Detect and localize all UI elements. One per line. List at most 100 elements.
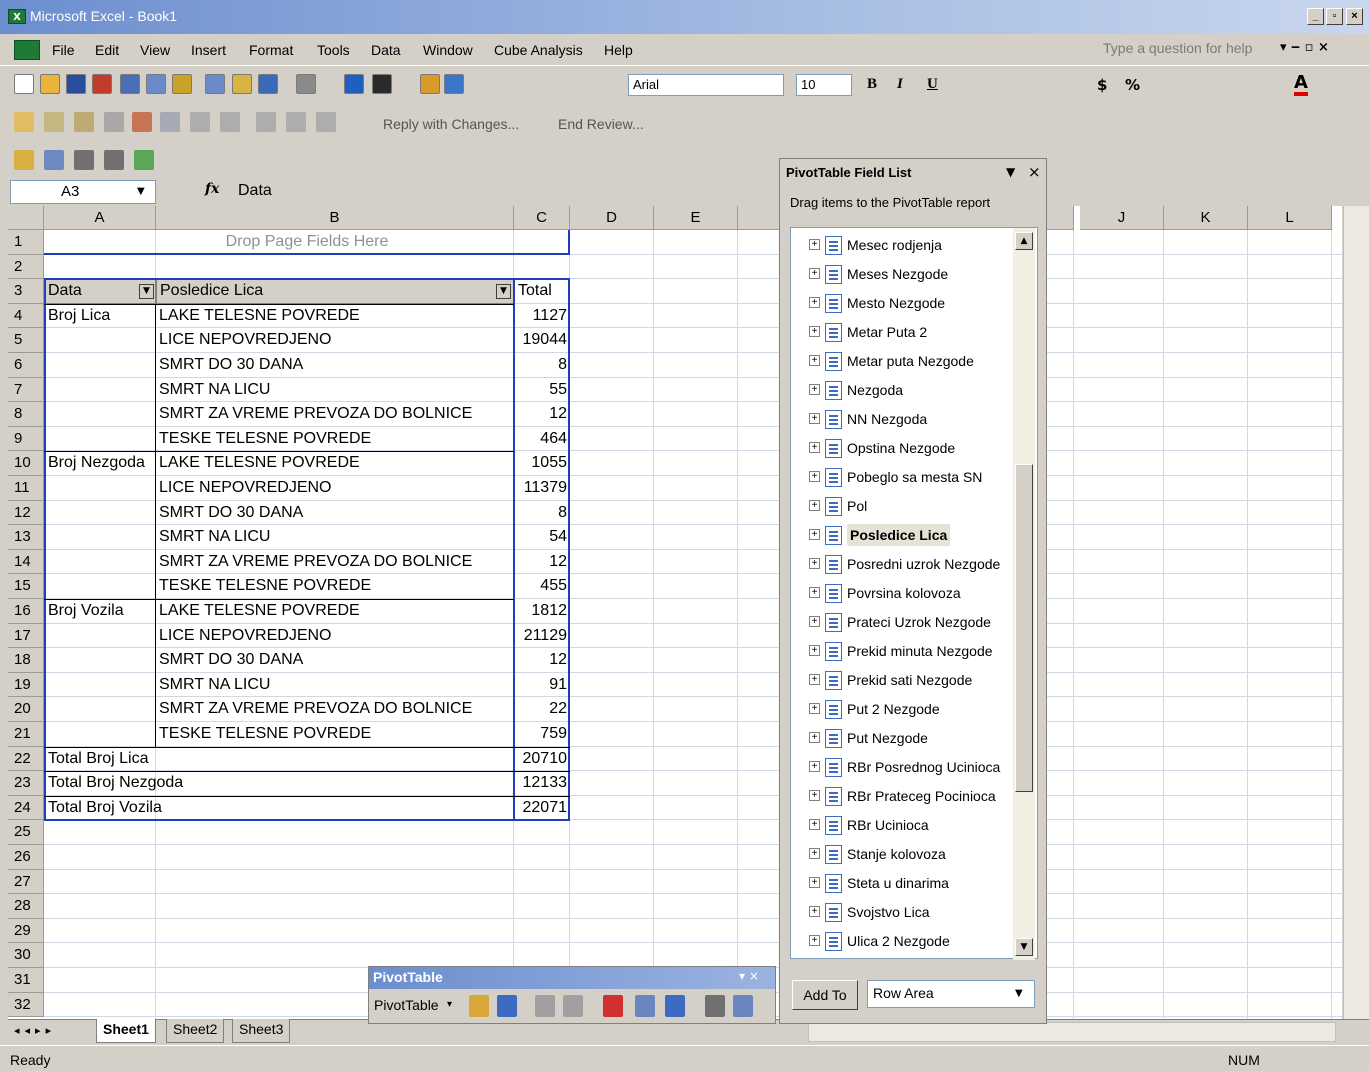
expand-icon[interactable]: + — [809, 558, 820, 569]
expand-icon[interactable]: + — [809, 529, 820, 540]
currency-button[interactable]: $ — [1097, 76, 1107, 94]
menu-help[interactable]: Help — [604, 42, 633, 58]
expand-icon[interactable]: + — [809, 703, 820, 714]
row-header-18[interactable]: 18 — [8, 648, 44, 673]
column-header-K[interactable]: K — [1164, 206, 1248, 230]
pivot-toolbar-icon-5[interactable] — [635, 995, 655, 1017]
row-header-5[interactable]: 5 — [8, 328, 44, 353]
pivot-toolbar-icon-6[interactable] — [665, 995, 685, 1017]
expand-icon[interactable]: + — [809, 645, 820, 656]
expand-icon[interactable]: + — [809, 239, 820, 250]
review-icon-0[interactable] — [14, 112, 34, 132]
expand-icon[interactable]: + — [809, 471, 820, 482]
toolbar-icon-10[interactable] — [296, 74, 316, 94]
field-dropdown-icon[interactable]: ▼ — [496, 284, 511, 300]
toolbar-close-icon[interactable]: ▾ × — [739, 969, 759, 983]
menu-edit[interactable]: Edit — [95, 42, 119, 58]
bold-button[interactable]: B — [867, 76, 877, 93]
pivot-toolbar-icon-1[interactable] — [497, 995, 517, 1017]
pivot-toolbar-icon-4[interactable] — [603, 995, 623, 1017]
data-dropdown-icon[interactable]: ▼ — [139, 284, 154, 300]
restore-button[interactable]: ▫ — [1326, 8, 1343, 25]
expand-icon[interactable]: + — [809, 935, 820, 946]
expand-icon[interactable]: + — [809, 413, 820, 424]
underline-button[interactable]: U — [927, 76, 938, 93]
expand-icon[interactable]: + — [809, 384, 820, 395]
expand-icon[interactable]: + — [809, 326, 820, 337]
area-dropdown-icon[interactable]: ▼ — [1015, 988, 1023, 999]
toolbar-icon-1[interactable] — [40, 74, 60, 94]
review-icon-4[interactable] — [132, 112, 152, 132]
menu-window[interactable]: Window — [423, 42, 473, 58]
row-header-17[interactable]: 17 — [8, 623, 44, 649]
spreadsheet-grid[interactable]: A B C D E J K L 1 2 3 4 5 6 7 8 9 10 11 12 13 14 15 16 17 18 19 20 2… — [8, 206, 1342, 1019]
expand-icon[interactable]: + — [809, 500, 820, 511]
area-select[interactable]: Row Area — [867, 980, 1035, 1008]
select-all-corner[interactable] — [8, 206, 44, 230]
menu-insert[interactable]: Insert — [191, 42, 226, 58]
menu-file[interactable]: File — [52, 42, 75, 58]
expand-icon[interactable]: + — [809, 268, 820, 279]
italic-button[interactable]: I — [897, 76, 903, 93]
review-icon-1[interactable] — [44, 112, 64, 132]
row-header-9[interactable]: 9 — [8, 426, 44, 452]
review-icon-6[interactable] — [190, 112, 210, 132]
data-header[interactable]: Data — [48, 279, 82, 303]
menu-format[interactable]: Format — [249, 42, 293, 58]
insert-function-icon[interactable]: fx — [205, 181, 219, 197]
expand-icon[interactable]: + — [809, 877, 820, 888]
sheet-tab-3[interactable]: Sheet3 — [232, 1019, 291, 1043]
formula-input[interactable]: Data — [238, 182, 272, 200]
expand-icon[interactable]: + — [809, 616, 820, 627]
name-box[interactable]: A3 — [10, 180, 156, 204]
pivot-toolbar-icon-8[interactable] — [733, 995, 753, 1017]
column-header-B[interactable]: B — [156, 206, 514, 230]
sheet-tab-1[interactable]: Sheet1 — [96, 1019, 156, 1043]
row-header-4[interactable]: 4 — [8, 303, 44, 329]
toolbar-icon-12[interactable] — [372, 74, 392, 94]
expand-icon[interactable]: + — [809, 587, 820, 598]
row-header-7[interactable]: 7 — [8, 377, 44, 403]
extra-icon-2[interactable] — [74, 150, 94, 170]
row-header-28[interactable]: 28 — [8, 894, 44, 919]
field-list-scrollbar[interactable]: ▲ ▼ — [1013, 228, 1035, 960]
pane-close-icon[interactable]: × — [1028, 163, 1041, 181]
horizontal-scrollbar[interactable] — [808, 1022, 1336, 1042]
row-header-16[interactable]: 16 — [8, 599, 44, 624]
scroll-down-icon[interactable]: ▼ — [1015, 938, 1033, 956]
toolbar-icon-14[interactable] — [444, 74, 464, 94]
row-header-1[interactable]: 1 — [8, 230, 44, 255]
pivot-toolbar-icon-3[interactable] — [563, 995, 583, 1017]
row-header-2[interactable]: 2 — [8, 254, 44, 280]
menu-tools[interactable]: Tools — [317, 42, 350, 58]
row-header-30[interactable]: 30 — [8, 943, 44, 968]
close-button[interactable]: × — [1346, 8, 1363, 25]
row-header-13[interactable]: 13 — [8, 525, 44, 550]
expand-icon[interactable]: + — [809, 761, 820, 772]
window-controls-icon[interactable]: ▾ ‒ ▫ × — [1280, 40, 1329, 55]
reply-with-changes-button[interactable]: Reply with Changes... — [383, 116, 519, 132]
toolbar-icon-0[interactable] — [14, 74, 34, 94]
row-header-14[interactable]: 14 — [8, 549, 44, 575]
extra-icon-4[interactable] — [134, 150, 154, 170]
review-icon-7[interactable] — [220, 112, 240, 132]
toolbar-icon-3[interactable] — [92, 74, 112, 94]
name-box-dropdown-icon[interactable]: ▼ — [137, 186, 145, 197]
review-icon-3[interactable] — [104, 112, 124, 132]
review-icon-2[interactable] — [74, 112, 94, 132]
row-header-8[interactable]: 8 — [8, 402, 44, 427]
review-icon-5[interactable] — [160, 112, 180, 132]
expand-icon[interactable]: + — [809, 674, 820, 685]
expand-icon[interactable]: + — [809, 819, 820, 830]
row-header-15[interactable]: 15 — [8, 574, 44, 599]
expand-icon[interactable]: + — [809, 442, 820, 453]
add-to-button[interactable]: Add To — [792, 980, 858, 1010]
pivottable-menu-button[interactable]: PivotTable — [374, 997, 439, 1013]
scroll-thumb[interactable] — [1015, 464, 1033, 792]
pane-menu-icon[interactable]: ▼ — [1006, 165, 1015, 179]
row-header-20[interactable]: 20 — [8, 697, 44, 722]
column-header-L[interactable]: L — [1248, 206, 1332, 230]
expand-icon[interactable]: + — [809, 848, 820, 859]
sheet-nav-arrows-icon[interactable]: ◂◂▸▸ — [14, 1024, 56, 1037]
toolbar-icon-2[interactable] — [66, 74, 86, 94]
